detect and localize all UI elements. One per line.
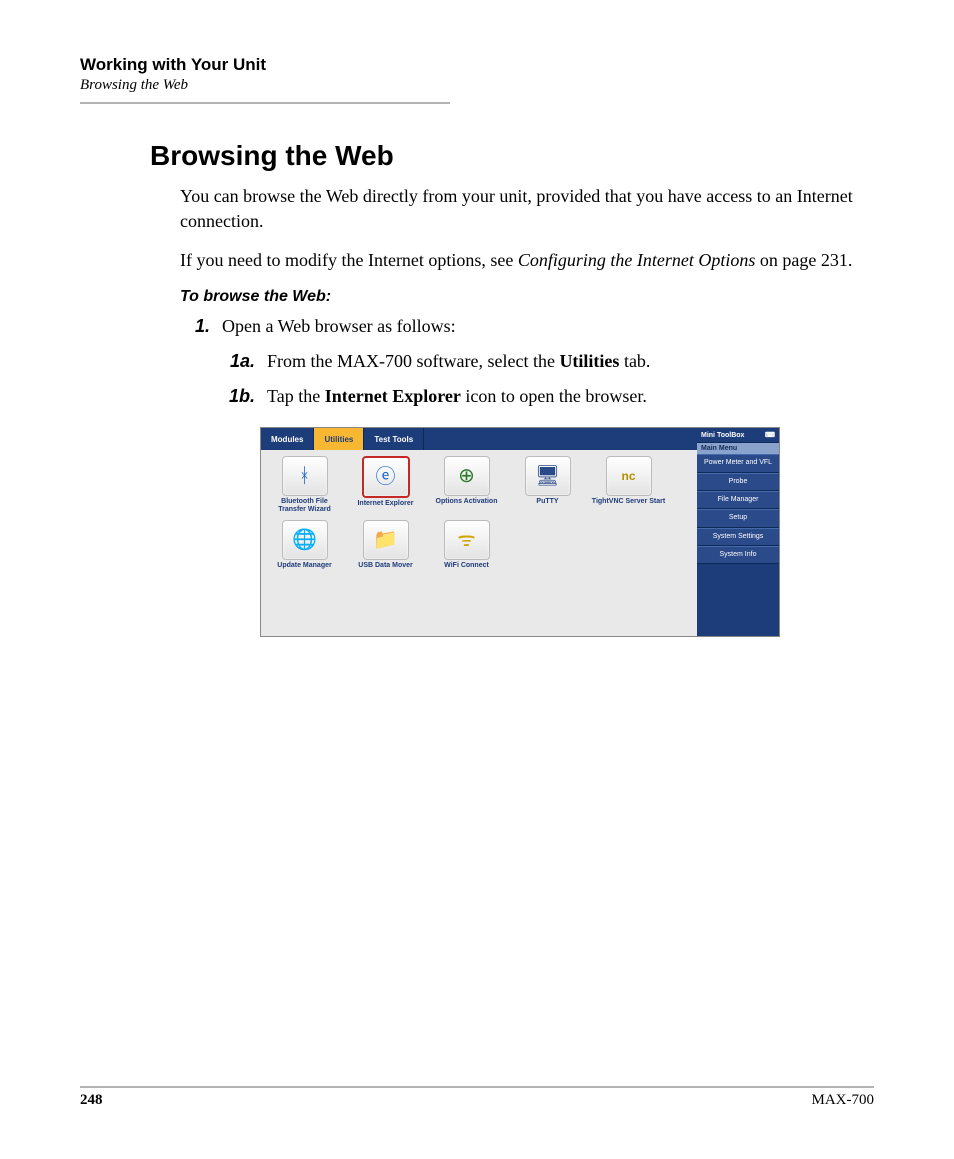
- sidebar-item-system-settings[interactable]: System Settings: [697, 528, 779, 546]
- app-bluetooth-label: Bluetooth File Transfer Wizard: [267, 498, 342, 514]
- sidebar-item-setup[interactable]: Setup: [697, 509, 779, 527]
- keyboard-icon[interactable]: ⌨: [765, 431, 775, 439]
- step-1b-prefix: Tap the: [267, 386, 325, 406]
- tab-bar: Modules Utilities Test Tools: [261, 428, 697, 450]
- intro2-suffix: on page 231.: [755, 250, 852, 270]
- internet-explorer-icon: ⓔ: [376, 467, 396, 487]
- intro2-prefix: If you need to modify the Internet optio…: [180, 250, 518, 270]
- app-tightvnc[interactable]: nc TightVNC Server Start: [591, 456, 666, 516]
- sidebar-menu-header: Main Menu: [697, 443, 779, 454]
- app-ie-label: Internet Explorer: [357, 500, 413, 516]
- app-bluetooth[interactable]: ᚼ Bluetooth File Transfer Wizard: [267, 456, 342, 516]
- usb-icon: 📁: [373, 530, 398, 550]
- sidebar-item-power-meter[interactable]: Power Meter and VFL: [697, 454, 779, 472]
- app-options-activation[interactable]: ⊕ Options Activation: [429, 456, 504, 516]
- step-1a-prefix: From the MAX-700 software, select the: [267, 351, 559, 371]
- sidebar-toolbox: Mini ToolBox ⌨ Main Menu Power Meter and…: [697, 428, 779, 636]
- app-putty-label: PuTTY: [536, 498, 558, 514]
- step-1b-text: Tap the Internet Explorer icon to open t…: [267, 384, 647, 409]
- app-putty[interactable]: 🖥 PuTTY: [510, 456, 585, 516]
- tab-modules[interactable]: Modules: [261, 428, 314, 450]
- step-1b-bold: Internet Explorer: [325, 386, 461, 406]
- bluetooth-icon: ᚼ: [299, 466, 311, 486]
- app-wifi-label: WiFi Connect: [444, 562, 489, 578]
- task-heading: To browse the Web:: [180, 288, 874, 306]
- options-icon: ⊕: [458, 466, 475, 486]
- app-usb-data-mover[interactable]: 📁 USB Data Mover: [348, 520, 423, 578]
- sidebar-title: Mini ToolBox ⌨: [697, 428, 779, 443]
- sidebar-item-file-manager[interactable]: File Manager: [697, 491, 779, 509]
- putty-icon: 🖥: [535, 466, 560, 486]
- app-internet-explorer[interactable]: ⓔ Internet Explorer: [348, 456, 423, 516]
- step-1b-suffix: icon to open the browser.: [461, 386, 647, 406]
- step-1a-bold: Utilities: [559, 351, 619, 371]
- vnc-icon: nc: [621, 470, 635, 482]
- intro-paragraph-1: You can browse the Web directly from you…: [180, 184, 860, 234]
- app-update-label: Update Manager: [277, 562, 331, 578]
- utilities-grid: ᚼ Bluetooth File Transfer Wizard ⓔ Inter…: [261, 450, 697, 636]
- chapter-title: Working with Your Unit: [80, 55, 874, 75]
- app-options-label: Options Activation: [436, 498, 498, 514]
- step-1: 1. Open a Web browser as follows:: [180, 314, 860, 339]
- step-1a-number: 1a.: [225, 349, 255, 374]
- sidebar-title-text: Mini ToolBox: [701, 432, 744, 439]
- page-footer: 248 MAX-700: [80, 1086, 874, 1109]
- footer-model: MAX-700: [812, 1092, 875, 1109]
- utilities-screenshot: Modules Utilities Test Tools ᚼ Bluetooth…: [260, 427, 780, 637]
- footer-rule: [80, 1086, 874, 1088]
- intro2-emphasis: Configuring the Internet Options: [518, 250, 756, 270]
- step-1b-number: 1b.: [225, 384, 255, 409]
- app-vnc-label: TightVNC Server Start: [592, 498, 665, 514]
- wifi-icon: ᯤ: [457, 530, 475, 550]
- tab-utilities[interactable]: Utilities: [314, 428, 364, 450]
- update-icon: 🌐: [292, 530, 317, 550]
- app-wifi-connect[interactable]: ᯤ WiFi Connect: [429, 520, 504, 578]
- main-heading: Browsing the Web: [150, 140, 874, 172]
- step-1-number: 1.: [180, 314, 210, 339]
- section-subtitle: Browsing the Web: [80, 77, 874, 94]
- step-1-text: Open a Web browser as follows:: [222, 314, 456, 339]
- step-1a-text: From the MAX-700 software, select the Ut…: [267, 349, 650, 374]
- header-rule: [80, 102, 450, 104]
- step-1a-suffix: tab.: [619, 351, 650, 371]
- sidebar-item-system-info[interactable]: System Info: [697, 546, 779, 564]
- intro-paragraph-2: If you need to modify the Internet optio…: [180, 248, 860, 273]
- app-update-manager[interactable]: 🌐 Update Manager: [267, 520, 342, 578]
- page-number: 248: [80, 1092, 103, 1109]
- step-1a: 1a. From the MAX-700 software, select th…: [225, 349, 860, 374]
- page-header: Working with Your Unit Browsing the Web: [80, 55, 874, 104]
- app-usb-label: USB Data Mover: [358, 562, 412, 578]
- tab-test-tools[interactable]: Test Tools: [364, 428, 424, 450]
- screenshot-main-area: Modules Utilities Test Tools ᚼ Bluetooth…: [261, 428, 697, 636]
- step-1b: 1b. Tap the Internet Explorer icon to op…: [225, 384, 860, 409]
- sidebar-item-probe[interactable]: Probe: [697, 473, 779, 491]
